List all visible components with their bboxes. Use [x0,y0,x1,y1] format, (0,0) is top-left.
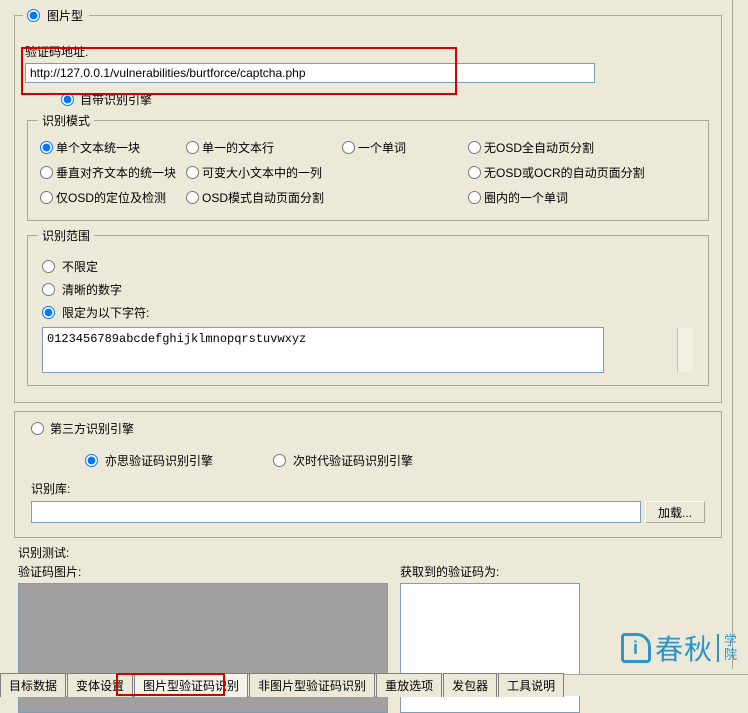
mode-r3c4[interactable] [468,191,481,204]
image-type-radio[interactable]: 图片型 [27,7,83,24]
watermark-text: 春秋 [655,628,713,668]
range-group: 识别范围 不限定 清晰的数字 限定为以下字符: [27,227,709,386]
watermark-icon: i [621,633,651,663]
mode-r1c2[interactable] [186,141,199,154]
radio-third-engine[interactable] [31,422,44,435]
third-engine-label: 第三方识别引擎 [50,420,134,437]
mode-group: 识别模式 单个文本统一块 单一的文本行 一个单词 无OSD全自动页分割 垂直对齐… [27,112,709,221]
mode-r2c1[interactable] [40,166,53,179]
watermark: i 春秋 学 院 [621,628,738,668]
lib-input[interactable] [31,501,641,523]
tab-image-captcha[interactable]: 图片型验证码识别 [134,673,248,697]
mode-legend: 识别模式 [38,112,94,129]
tab-target-data[interactable]: 目标数据 [0,673,66,697]
mode-r3c2[interactable] [186,191,199,204]
range-legend: 识别范围 [38,227,94,244]
test-label: 识别测试: [18,544,728,561]
img-label: 验证码图片: [18,563,388,580]
tab-nonimage-captcha[interactable]: 非图片型验证码识别 [249,673,375,697]
mode-r1c1[interactable] [40,141,53,154]
third-engine-group: 第三方识别引擎 亦思验证码识别引擎 次时代验证码识别引擎 识别库: 加载... [14,411,722,538]
engine3-opt2[interactable] [273,454,286,467]
mode-r1c4[interactable] [468,141,481,154]
tab-tool-help[interactable]: 工具说明 [498,673,564,697]
load-button[interactable]: 加载... [645,501,705,523]
image-type-group: 图片型 验证码地址. 自带识别引擎 识别模式 单个文本统一块 单一的文本行 一个… [14,4,722,403]
scrollbar[interactable] [677,328,693,372]
radio-image-type[interactable] [27,9,40,22]
captcha-url-input[interactable] [25,63,595,83]
engine3-opt1[interactable] [85,454,98,467]
tabs-bar: 目标数据 变体设置 图片型验证码识别 非图片型验证码识别 重放选项 发包器 工具… [0,674,748,696]
radio-builtin-engine[interactable] [61,93,74,106]
mode-r2c4[interactable] [468,166,481,179]
mode-r1c3[interactable] [342,141,355,154]
url-label: 验证码地址. [25,43,88,60]
range-opt2[interactable] [42,283,55,296]
mode-r2c2[interactable] [186,166,199,179]
lib-label: 识别库: [31,480,70,497]
range-opt3[interactable] [42,306,55,319]
builtin-engine-label: 自带识别引擎 [80,91,152,108]
tab-variant-settings[interactable]: 变体设置 [67,673,133,697]
tab-replay-options[interactable]: 重放选项 [376,673,442,697]
mode-r3c1[interactable] [40,191,53,204]
chars-textarea[interactable] [42,327,604,373]
tab-packet-sender[interactable]: 发包器 [443,673,497,697]
image-type-label: 图片型 [47,7,83,24]
range-opt1[interactable] [42,260,55,273]
code-label: 获取到的验证码为: [400,563,580,580]
